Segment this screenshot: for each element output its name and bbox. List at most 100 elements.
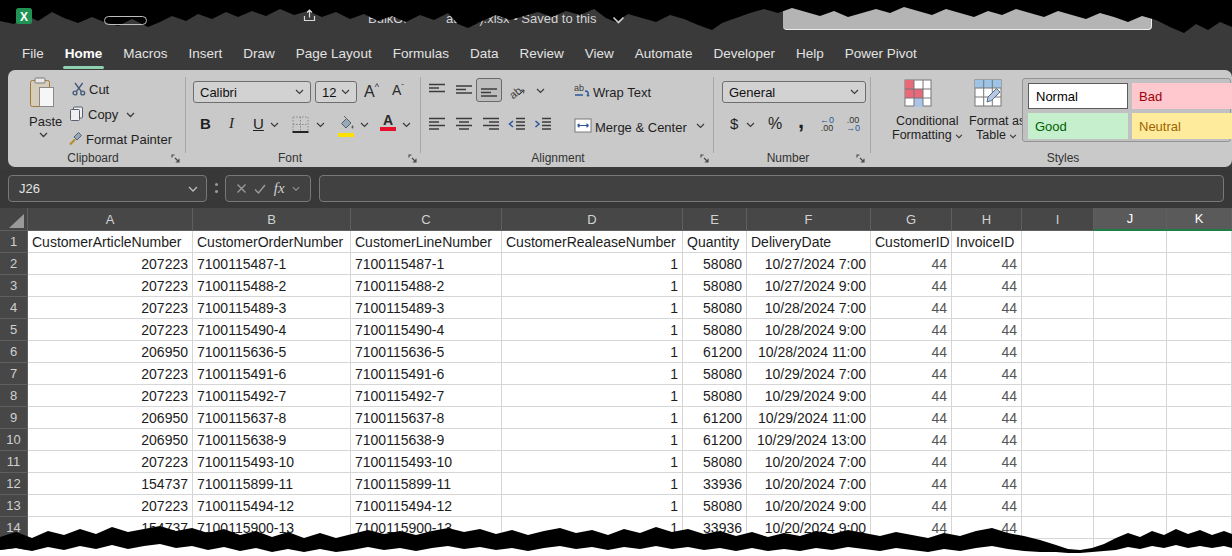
cell-E12[interactable]: 33936 [683, 473, 747, 495]
cell-H15[interactable] [952, 539, 1022, 556]
cell-E5[interactable]: 58080 [683, 319, 747, 341]
cancel-icon[interactable] [236, 183, 247, 194]
number-dialog-launcher-icon[interactable] [856, 154, 866, 164]
underline-button[interactable]: U [253, 115, 264, 132]
merge-center-dropdown-icon[interactable] [696, 123, 705, 129]
cell-B7[interactable]: 7100115491-6 [193, 363, 351, 385]
cell-A5[interactable]: 207223 [28, 319, 193, 341]
cell-C9[interactable]: 7100115637-8 [351, 407, 502, 429]
cut-label[interactable]: Cut [89, 82, 109, 97]
cell-D1[interactable]: CustomerRealeaseNumber [502, 231, 683, 253]
cell-F4[interactable]: 10/28/2024 7:00 [747, 297, 871, 319]
cell-A8[interactable]: 207223 [28, 385, 193, 407]
cell-F1[interactable]: DeliveryDate [747, 231, 871, 253]
cell-G15[interactable] [871, 539, 952, 556]
borders-icon[interactable] [292, 116, 309, 137]
cell-J14[interactable] [1094, 517, 1167, 539]
cell-D13[interactable]: 1 [502, 495, 683, 517]
cell-B1[interactable]: CustomerOrderNumber [193, 231, 351, 253]
format-as-table-label-2[interactable]: Table [976, 128, 1017, 142]
conditional-formatting-label-2[interactable]: Formatting [892, 128, 963, 142]
cell-F15[interactable] [747, 539, 871, 556]
cell-C4[interactable]: 7100115489-3 [351, 297, 502, 319]
quick-access-pill[interactable] [104, 16, 147, 25]
cell-B10[interactable]: 7100115638-9 [193, 429, 351, 451]
cell-C5[interactable]: 7100115490-4 [351, 319, 502, 341]
merge-center-icon[interactable] [574, 118, 592, 137]
cell-D15[interactable] [502, 539, 683, 556]
cell-D8[interactable]: 1 [502, 385, 683, 407]
tab-formulas[interactable]: Formulas [393, 46, 449, 61]
cell-E13[interactable]: 58080 [683, 495, 747, 517]
increase-decimal-icon[interactable]: ←0 .00 [820, 116, 834, 132]
cell-H6[interactable]: 44 [952, 341, 1022, 363]
cell-H5[interactable]: 44 [952, 319, 1022, 341]
cell-style-normal[interactable]: Normal [1028, 83, 1128, 109]
cell-I2[interactable] [1022, 253, 1094, 275]
cell-B15[interactable] [193, 539, 351, 556]
comma-button[interactable]: , [798, 108, 804, 134]
cell-I15[interactable] [1022, 539, 1094, 556]
orientation-dropdown-icon[interactable] [536, 88, 545, 94]
currency-dropdown-icon[interactable] [746, 122, 755, 128]
cell-K12[interactable] [1167, 473, 1232, 495]
conditional-formatting-icon[interactable] [904, 79, 932, 111]
cell-K9[interactable] [1167, 407, 1232, 429]
format-as-table-icon[interactable] [974, 79, 1002, 111]
row-header-3[interactable]: 3 [0, 275, 28, 297]
cell-style-bad[interactable]: Bad [1132, 83, 1232, 109]
cell-A12[interactable]: 154737 [28, 473, 193, 495]
cell-H8[interactable]: 44 [952, 385, 1022, 407]
cell-A14[interactable]: 154737 [28, 517, 193, 539]
cell-D14[interactable]: 1 [502, 517, 683, 539]
cell-F8[interactable]: 10/29/2024 9:00 [747, 385, 871, 407]
cell-D5[interactable]: 1 [502, 319, 683, 341]
shrink-font-button[interactable]: Aˇ [392, 82, 404, 98]
column-header-C[interactable]: C [351, 208, 502, 231]
formula-input[interactable] [319, 175, 1224, 202]
cell-A7[interactable]: 207223 [28, 363, 193, 385]
copy-dropdown-icon[interactable] [126, 112, 135, 118]
cell-C1[interactable]: CustomerLineNumber [351, 231, 502, 253]
cell-J11[interactable] [1094, 451, 1167, 473]
fill-color-dropdown-icon[interactable] [360, 122, 369, 128]
cell-E10[interactable]: 61200 [683, 429, 747, 451]
cell-C7[interactable]: 7100115491-6 [351, 363, 502, 385]
cell-B11[interactable]: 7100115493-10 [193, 451, 351, 473]
cell-G9[interactable]: 44 [871, 407, 952, 429]
cell-G5[interactable]: 44 [871, 319, 952, 341]
row-header-13[interactable]: 13 [0, 495, 28, 517]
cell-G4[interactable]: 44 [871, 297, 952, 319]
cut-icon[interactable] [72, 82, 86, 100]
name-box[interactable]: J26 [8, 175, 207, 202]
paste-icon[interactable] [29, 77, 55, 113]
row-header-4[interactable]: 4 [0, 297, 28, 319]
wrap-text-icon[interactable]: ab [574, 83, 591, 102]
cell-K3[interactable] [1167, 275, 1232, 297]
cell-B12[interactable]: 7100115899-11 [193, 473, 351, 495]
cell-J12[interactable] [1094, 473, 1167, 495]
column-header-I[interactable]: I [1022, 208, 1094, 231]
cell-D2[interactable]: 1 [502, 253, 683, 275]
cell-G11[interactable]: 44 [871, 451, 952, 473]
cell-J8[interactable] [1094, 385, 1167, 407]
align-right-icon[interactable] [482, 117, 500, 135]
cell-C2[interactable]: 7100115487-1 [351, 253, 502, 275]
row-header-10[interactable]: 10 [0, 429, 28, 451]
tab-insert[interactable]: Insert [189, 46, 223, 61]
cell-A1[interactable]: CustomerArticleNumber [28, 231, 193, 253]
underline-dropdown-icon[interactable] [270, 122, 279, 128]
cell-E1[interactable]: Quantity [683, 231, 747, 253]
alignment-dialog-launcher-icon[interactable] [700, 154, 710, 164]
cell-B4[interactable]: 7100115489-3 [193, 297, 351, 319]
cell-A4[interactable]: 207223 [28, 297, 193, 319]
cell-C8[interactable]: 7100115492-7 [351, 385, 502, 407]
font-size-combo[interactable]: 12 [315, 81, 357, 103]
cell-H10[interactable]: 44 [952, 429, 1022, 451]
cell-E3[interactable]: 58080 [683, 275, 747, 297]
grow-font-button[interactable]: A^ [364, 82, 379, 101]
tab-macros[interactable]: Macros [123, 46, 167, 61]
orientation-icon[interactable]: ab [509, 82, 527, 104]
cell-B5[interactable]: 7100115490-4 [193, 319, 351, 341]
cell-G13[interactable]: 44 [871, 495, 952, 517]
